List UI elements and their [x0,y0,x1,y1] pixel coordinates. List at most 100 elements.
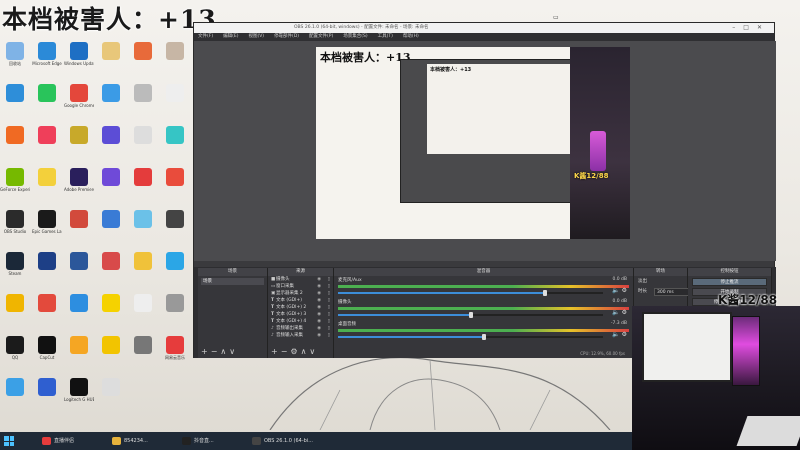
desktop-icon[interactable] [128,84,158,103]
source-item[interactable]: ♪ 音频输入采集 ◉ ▯ [268,332,333,339]
taskbar-app[interactable]: 抖音直... [180,434,214,448]
desktop-icon[interactable] [96,294,126,313]
mute-gear-controls[interactable]: 🔈⚙ [612,309,629,316]
source-item[interactable]: T 文本 (GDI+) 3 ◉ ▯ [268,311,333,318]
desktop-icon[interactable] [128,126,158,145]
transition-type-row[interactable]: 淡出 [638,278,683,286]
desktop-icon[interactable] [96,336,126,355]
source-item[interactable]: T 文本 (GDI+) ◉ ▯ [268,297,333,304]
window-controls[interactable]: –□✕ [732,23,770,33]
control-button[interactable]: 停止推流 [692,278,767,286]
lock-icon[interactable]: ▯ [328,332,330,339]
desktop-icon[interactable] [0,84,30,103]
desktop-icon[interactable]: Logitech G HUB [64,378,94,402]
mute-gear-controls[interactable]: 🔈⚙ [612,331,629,338]
menu-item[interactable]: 停靠部件(D) [274,34,299,39]
desktop-icon[interactable]: Google Chrome [64,84,94,108]
menu-item[interactable]: 编辑(E) [223,34,238,39]
menu-item[interactable]: 场景集合(S) [343,34,367,39]
menu-item[interactable]: 帮助(H) [403,34,419,39]
desktop-icon[interactable] [96,168,126,187]
mute-gear-controls[interactable]: 🔈⚙ [612,287,629,294]
desktop-icon[interactable] [128,210,158,229]
lock-icon[interactable]: ▯ [328,311,330,318]
desktop-icon[interactable] [160,84,190,103]
source-item[interactable]: T 文本 (GDI+) 2 ◉ ▯ [268,304,333,311]
desktop-icon[interactable] [160,294,190,313]
visibility-eye-icon[interactable]: ◉ [317,304,321,311]
volume-fader[interactable] [338,290,603,296]
desktop-icon[interactable] [96,42,126,61]
windows-start-icon[interactable] [4,436,14,446]
menu-item[interactable]: 配置文件(P) [309,34,333,39]
visibility-eye-icon[interactable]: ◉ [317,318,321,325]
source-item[interactable]: ■摄像头 ◉ ▯ [268,276,333,283]
lock-icon[interactable]: ▯ [328,276,330,283]
obs-titlebar[interactable]: OBS 26.1.0 (64-bit, windows) - 配置文件: 未命名… [194,23,774,33]
desktop-icon[interactable]: Windows Update [64,42,94,66]
lock-icon[interactable]: ▯ [328,318,330,325]
desktop-icon[interactable] [96,252,126,271]
desktop-icon[interactable] [128,42,158,61]
desktop-icon[interactable]: Steam [0,252,30,276]
desktop-icon[interactable] [64,336,94,355]
desktop-icon[interactable]: CapCut [32,336,62,360]
desktop-icon[interactable]: Adobe Premiere [64,168,94,192]
taskbar-app[interactable]: OBS 26.1.0 (64-bi... [250,434,313,448]
source-item[interactable]: ♪ 音频输出采集 ◉ ▯ [268,325,333,332]
desktop-icon[interactable]: GeForce Experience [0,168,30,192]
scene-item[interactable]: 场景 [201,278,264,285]
desktop-icon[interactable] [160,210,190,229]
volume-fader[interactable] [338,334,603,340]
lock-icon[interactable]: ▯ [328,304,330,311]
visibility-eye-icon[interactable]: ◉ [317,325,321,332]
desktop-icon[interactable] [32,378,62,397]
source-item[interactable]: T 文本 (GDI+) 4 ◉ ▯ [268,318,333,325]
desktop-icon[interactable] [128,336,158,355]
visibility-eye-icon[interactable]: ◉ [317,283,321,290]
desktop-icon[interactable] [32,84,62,103]
scene-list[interactable]: 场景 [198,278,267,285]
fader-knob[interactable] [542,290,547,296]
desktop-icon[interactable] [160,42,190,61]
desktop-icon[interactable] [0,126,30,145]
desktop-icon[interactable]: 网易云音乐 [160,336,190,360]
taskbar-app[interactable]: 854234... [110,434,148,448]
volume-fader[interactable] [338,312,603,318]
taskbar-app[interactable]: 直播伴侣 [40,434,74,448]
desktop-icon[interactable] [64,210,94,229]
menu-item[interactable]: 工具(T) [378,34,393,39]
desktop-icon[interactable] [160,126,190,145]
desktop-icon[interactable] [0,378,30,397]
menu-item[interactable]: 文件(F) [198,34,213,39]
desktop-icon[interactable] [64,252,94,271]
desktop-icon[interactable] [32,168,62,187]
desktop-icon[interactable]: QQ [0,336,30,360]
desktop-icon[interactable] [160,252,190,271]
desktop-icon[interactable] [32,126,62,145]
desktop-icon[interactable] [96,210,126,229]
visibility-eye-icon[interactable]: ◉ [317,297,321,304]
desktop-icon[interactable]: 回收站 [0,42,30,66]
lock-icon[interactable]: ▯ [328,290,330,297]
desktop-icon[interactable] [32,252,62,271]
desktop-icon[interactable]: Microsoft Edge [32,42,62,66]
lock-icon[interactable]: ▯ [328,283,330,290]
desktop-icon[interactable] [0,294,30,313]
visibility-eye-icon[interactable]: ◉ [317,290,321,297]
desktop-icon[interactable] [96,378,126,397]
menu-item[interactable]: 视图(V) [248,34,264,39]
desktop-icon[interactable] [32,294,62,313]
visibility-eye-icon[interactable]: ◉ [317,311,321,318]
visibility-eye-icon[interactable]: ◉ [317,276,321,283]
desktop-icon[interactable]: Epic Games Launcher [32,210,62,234]
lock-icon[interactable]: ▯ [328,325,330,332]
source-list[interactable]: ■摄像头 ◉ ▯ ▭窗口采集 ◉ ▯ ▣显示器采集 2 ◉ ▯ T 文本 (GDI+) ◉ ▯ T 文本 (… [268,276,333,339]
desktop-icon[interactable] [64,126,94,145]
fader-knob[interactable] [481,334,486,340]
desktop-icon[interactable] [96,126,126,145]
desktop-icon[interactable] [64,294,94,313]
desktop-icon[interactable] [160,168,190,187]
fader-knob[interactable] [468,312,473,318]
desktop-icon[interactable]: OBS Studio [0,210,30,234]
